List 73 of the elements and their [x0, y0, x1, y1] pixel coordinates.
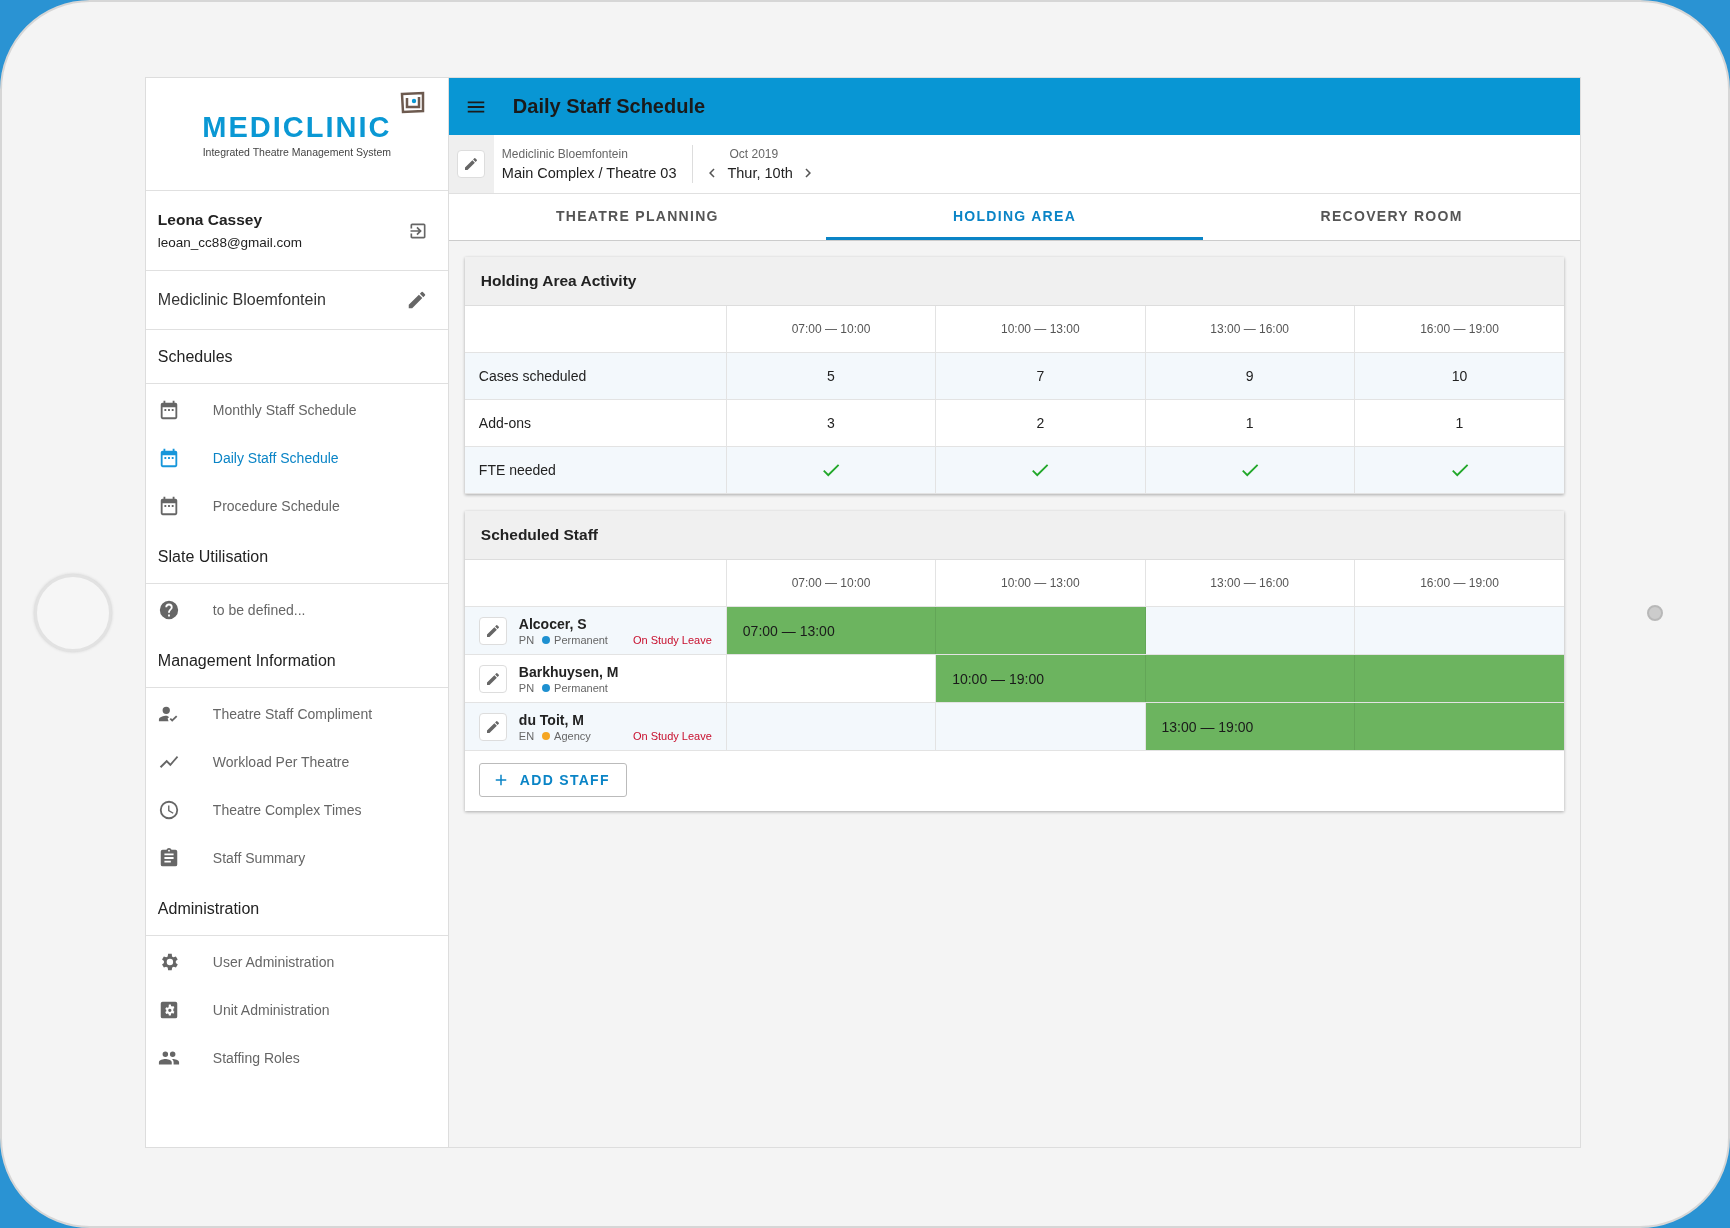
employment-type: Permanent: [554, 681, 608, 694]
edit-staff-button[interactable]: [478, 712, 507, 741]
table-cell: 10: [1451, 368, 1468, 384]
nav-item[interactable]: Staff Summary: [145, 834, 448, 882]
nav-item[interactable]: to be defined...: [145, 586, 448, 634]
table-cell: 7: [1036, 368, 1045, 384]
section-heading: Administration: [157, 899, 260, 918]
staff-role: PN: [518, 681, 535, 694]
page-title: Daily Staff Schedule: [512, 95, 706, 118]
user-email: leoan_cc88@gmail.com: [157, 235, 303, 250]
card-title: Scheduled Staff: [480, 526, 598, 544]
column-header: 16:00 — 19:00: [1420, 322, 1499, 336]
day-label: Thur, 10th: [727, 164, 793, 181]
column-header: 07:00 — 10:00: [791, 576, 871, 590]
column-header: 10:00 — 13:00: [1000, 576, 1080, 590]
staff-name: Alcocer, S: [518, 615, 588, 632]
pencil-icon: [463, 156, 480, 172]
facility-name: Mediclinic Bloemfontein: [157, 291, 326, 309]
row-label: Add-ons: [478, 415, 531, 431]
edit-staff-button[interactable]: [478, 616, 507, 645]
staff-role: EN: [518, 729, 535, 742]
table-cell: 9: [1245, 368, 1254, 384]
leave-note: On Study Leave: [632, 633, 712, 646]
employment-type: Agency: [554, 729, 591, 742]
staff-role: PN: [518, 633, 535, 646]
shift-time: 13:00 — 19:00: [1160, 718, 1254, 735]
user-name: Leona Cassey: [157, 211, 264, 229]
nav-item[interactable]: Daily Staff Schedule: [145, 434, 448, 482]
column-header: 13:00 — 16:00: [1210, 322, 1290, 336]
theatre-name: Main Complex / Theatre 03: [501, 165, 677, 181]
table-cell: 1: [1455, 415, 1464, 431]
leave-note: On Study Leave: [632, 729, 712, 742]
nav-item[interactable]: Monthly Staff Schedule: [145, 386, 448, 434]
section-heading: Management Information: [157, 651, 336, 670]
logo-tagline: Integrated Theatre Management System: [202, 145, 391, 158]
nav-item[interactable]: Workload Per Theatre: [145, 738, 448, 786]
month-label: Oct 2019: [728, 146, 780, 161]
pencil-icon: [484, 670, 501, 687]
add-staff-button[interactable]: ADD STAFF: [478, 763, 627, 797]
pencil-icon: [484, 622, 501, 639]
nav-item[interactable]: Staffing Roles: [145, 1034, 448, 1082]
nav-item[interactable]: Unit Administration: [145, 986, 448, 1034]
column-header: 16:00 — 19:00: [1420, 576, 1499, 590]
table-cell: 3: [827, 415, 835, 431]
help-icon: [157, 599, 180, 621]
logo-icon: [399, 90, 426, 115]
card-title: Holding Area Activity: [480, 272, 637, 290]
employment-type: Permanent: [554, 633, 608, 646]
staff-name: du Toit, M: [518, 711, 585, 728]
shift-time: 10:00 — 19:00: [951, 670, 1044, 687]
table-cell: 5: [827, 368, 835, 384]
row-label: FTE needed: [478, 462, 556, 478]
table-cell: 2: [1036, 415, 1045, 431]
nav-item[interactable]: Theatre Staff Compliment: [145, 690, 448, 738]
section-heading: Schedules: [157, 347, 233, 366]
column-header: 10:00 — 13:00: [1000, 322, 1080, 336]
row-label: Cases scheduled: [478, 368, 587, 384]
facility-label: Mediclinic Bloemfontein: [501, 147, 629, 161]
shift-time: 07:00 — 13:00: [741, 622, 835, 639]
edit-staff-button[interactable]: [478, 664, 507, 693]
clock-icon: [157, 799, 180, 821]
nav-item[interactable]: Theatre Complex Times: [145, 786, 448, 834]
column-header: 13:00 — 16:00: [1210, 576, 1290, 590]
logo-text: MEDICLINIC: [202, 110, 392, 143]
table-cell: 1: [1245, 415, 1254, 431]
column-header: 07:00 — 10:00: [791, 322, 871, 336]
edit-location-button[interactable]: [457, 150, 486, 178]
pencil-icon: [484, 718, 501, 735]
section-heading: Slate Utilisation: [157, 547, 269, 566]
camera-icon: [1646, 604, 1663, 621]
staff-name: Barkhuysen, M: [518, 663, 620, 680]
nav-item[interactable]: User Administration: [145, 938, 448, 986]
nav-item[interactable]: Procedure Schedule: [145, 482, 448, 530]
